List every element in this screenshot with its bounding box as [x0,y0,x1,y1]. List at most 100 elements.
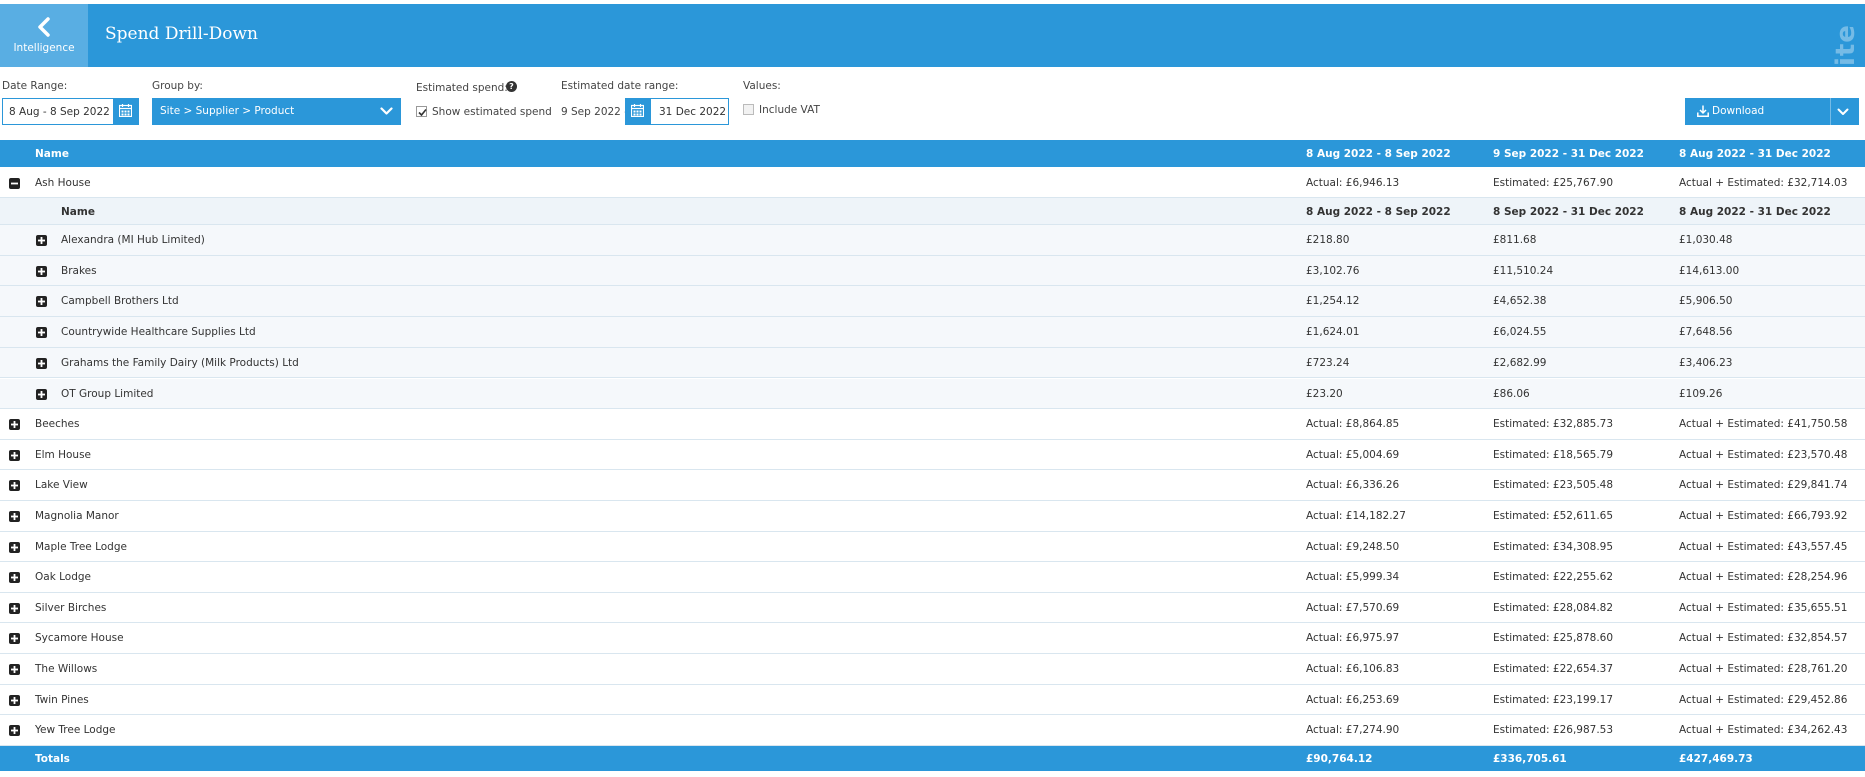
expand-icon[interactable] [36,265,47,277]
col-1-value: £218.80 [1306,234,1350,246]
expand-icon[interactable] [36,235,47,246]
table-row-site[interactable]: Sycamore House Actual: £6,975.97 Estimated… [0,623,1865,654]
expand-icon[interactable] [9,572,20,584]
expand-icon[interactable] [9,541,20,553]
expand-icon[interactable] [9,633,20,645]
expand-icon[interactable] [36,388,47,400]
table-row-site[interactable]: Lake View Actual: £6,336.26 Estimated: £23… [0,470,1865,501]
row-name: Maple Tree Lodge [35,540,127,553]
expand-icon[interactable] [9,449,20,461]
row-name: Name [61,206,95,218]
estimated-date-calendar-button[interactable] [625,98,651,125]
col-2-value: Estimated: £52,611.65 [1493,510,1614,522]
supplier-table-header: Name 8 Aug 2022 - 8 Sep 2022 8 Sep 2022 - … [0,198,1865,225]
expand-icon[interactable] [36,357,47,369]
col-1-value: Actual: £6,975.97 [1306,632,1400,645]
col-3-value: Actual + Estimated: £29,452.86 [1679,693,1848,706]
collapse-icon[interactable] [9,178,20,189]
row-name: Brakes [61,264,97,277]
col-2-value: Estimated: £34,308.95 [1493,540,1614,553]
col-1-value: 8 Aug 2022 - 8 Sep 2022 [1306,206,1451,218]
estimated-date-range-label: Estimated date range: [561,80,679,92]
top-bar: Intelligence Spend Drill-Down Demo Site [0,4,1865,184]
col-1-value: 8 Aug 2022 - 8 Sep 2022 [1306,148,1451,160]
col-2-value: Estimated: £18,565.79 [1493,448,1614,461]
col-1-value: Actual: £5,999.34 [1306,571,1400,584]
include-vat-checkbox[interactable] [743,104,754,115]
estimated-to-date-picker[interactable]: 31 Dec 2022 [625,98,729,125]
table-row-supplier[interactable]: OT Group Limited £23.20 £86.06 £109.26 [0,378,1865,410]
expand-icon[interactable] [9,602,20,614]
estimated-to-value: 31 Dec 2022 [659,106,727,118]
table-row-supplier[interactable]: Brakes £3,102.76 £11,510.24 £14,613.00 [0,255,1865,287]
col-3-value: Actual + Estimated: £29,841.74 [1679,479,1848,492]
table-row-site[interactable]: Silver Birches Actual: £7,570.69 Estimated… [0,592,1865,624]
row-name: Twin Pines [35,693,89,706]
estimated-from-date: 9 Sep 2022 - [561,106,628,118]
col-3-value: Actual + Estimated: £23,570.48 [1679,448,1848,461]
show-estimated-spend-checkbox[interactable] [416,106,427,117]
table-row-site[interactable]: Oak Lodge Actual: £5,999.34 Estimated: £22… [0,562,1865,593]
table-row-site[interactable]: Magnolia Manor Actual: £14,182.27 Estimate… [0,501,1865,532]
table-row-site[interactable]: The Willows Actual: £6,106.83 Estimated: £… [0,654,1865,685]
totals-row: Totals £90,764.12 £336,705.61 £427,469.73 [0,745,1865,771]
expand-icon[interactable] [9,480,20,492]
col-1-value: £1,254.12 [1306,295,1360,308]
col-2-value: Estimated: £25,878.60 [1493,632,1614,645]
table-row-site[interactable]: Maple Tree Lodge Actual: £9,248.50 Estimat… [0,531,1865,563]
col-2-value: Estimated: £32,885.73 [1493,418,1614,431]
row-name: Campbell Brothers Ltd [61,295,179,308]
expand-icon[interactable] [9,511,20,522]
col-2-value: £2,682.99 [1493,356,1547,369]
table-row-site[interactable]: Yew Tree Lodge Actual: £7,274.90 Estimated… [0,715,1865,746]
col-3-value: Actual + Estimated: £35,655.51 [1679,601,1848,614]
row-name: Oak Lodge [35,571,91,584]
table-row-site[interactable]: Elm House Actual: £5,004.69 Estimated: £18… [0,439,1865,471]
col-1-value: £3,102.76 [1306,264,1360,277]
table-row-site[interactable]: Twin Pines Actual: £6,253.69 Estimated: £2… [0,684,1865,716]
date-range-label: Date Range: [2,80,68,92]
col-3-value: 8 Aug 2022 - 31 Dec 2022 [1679,148,1831,160]
col-2-value: 8 Sep 2022 - 31 Dec 2022 [1493,206,1644,218]
chevron-left-icon [38,17,50,37]
date-range-calendar-button[interactable] [113,98,139,125]
col-3-value: Actual + Estimated: £41,750.58 [1679,418,1848,431]
table-row-supplier[interactable]: Campbell Brothers Ltd £1,254.12 £4,652.38 £… [0,286,1865,318]
group-by-select[interactable]: Site > Supplier > Product [152,98,401,125]
expand-icon[interactable] [36,296,47,308]
table-row-supplier[interactable]: Countrywide Healthcare Supplies Ltd £1,62… [0,317,1865,348]
table-row-site[interactable]: Ash House Actual: £6,946.13 Estimated: £25… [0,167,1865,198]
row-name: Totals [35,752,70,765]
col-2-value: £4,652.38 [1493,295,1547,308]
table-row-supplier[interactable]: Grahams the Family Dairy (Milk Products)… [0,347,1865,379]
chevron-down-icon[interactable] [1837,108,1849,116]
row-name: Countrywide Healthcare Supplies Ltd [61,326,256,339]
row-name: Sycamore House [35,632,124,645]
expand-icon[interactable] [9,725,20,737]
col-3-value: £3,406.23 [1679,356,1733,369]
row-name: Yew Tree Lodge [35,724,116,737]
back-to-intelligence-button[interactable]: Intelligence [0,4,88,67]
col-3-value: Actual + Estimated: £28,761.20 [1679,663,1848,675]
include-vat-label[interactable]: Include VAT [759,104,820,116]
question-circle-icon[interactable]: ? [506,81,517,92]
col-3-value: Actual + Estimated: £32,854.57 [1679,632,1848,645]
show-estimated-spend-label[interactable]: Show estimated spend [432,106,552,118]
table-row-site[interactable]: Beeches Actual: £8,864.85 Estimated: £32,8… [0,409,1865,440]
expand-icon[interactable] [9,694,20,706]
download-icon [1697,105,1709,117]
back-button-label: Intelligence [13,42,75,54]
table-row-supplier[interactable]: Alexandra (MI Hub Limited) £218.80 £811.68… [0,225,1865,256]
col-1-value: Actual: £6,946.13 [1306,177,1400,189]
download-divider [1830,98,1831,125]
row-name: Ash House [35,177,91,189]
col-3-value: 8 Aug 2022 - 31 Dec 2022 [1679,206,1831,218]
col-3-value: Actual + Estimated: £34,262.43 [1679,724,1848,737]
row-name: The Willows [35,663,98,675]
expand-icon[interactable] [36,327,47,339]
expand-icon[interactable] [9,419,20,431]
date-range-picker[interactable]: 8 Aug - 8 Sep 2022 [2,98,139,125]
estimated-spend-label: Estimated spend: [416,82,508,94]
download-button[interactable]: Download [1685,98,1859,125]
expand-icon[interactable] [9,664,20,675]
